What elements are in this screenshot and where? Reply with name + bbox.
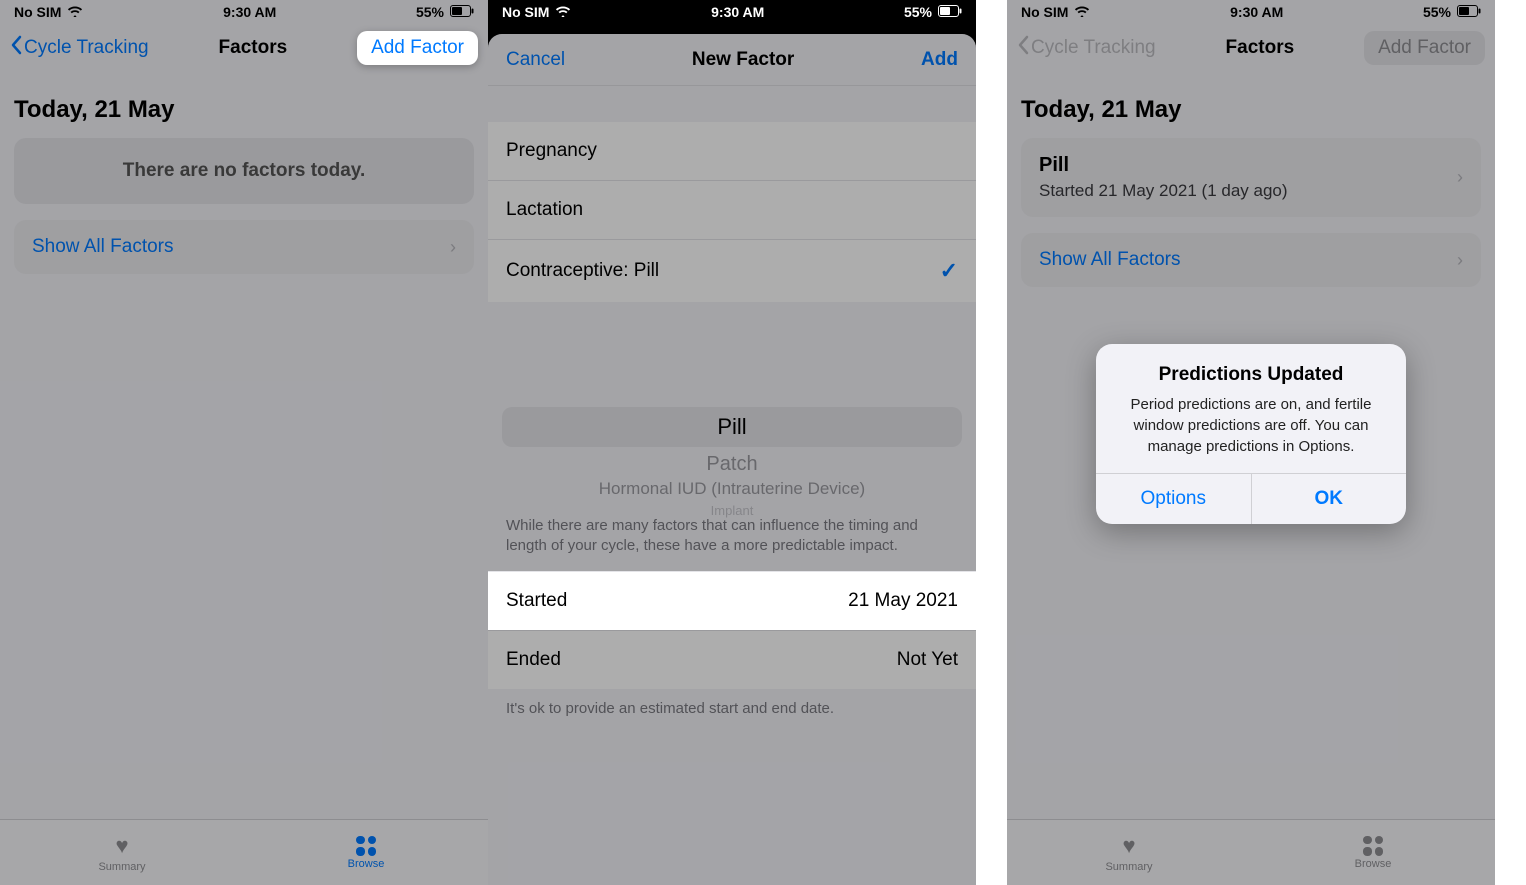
wifi-icon	[555, 4, 571, 20]
tab-browse-label: Browse	[1355, 858, 1392, 870]
wifi-icon	[67, 4, 83, 20]
battery-label: 55%	[416, 4, 444, 20]
show-all-factors-row[interactable]: Show All Factors ›	[1021, 233, 1481, 287]
option-lactation-label: Lactation	[506, 199, 583, 221]
ended-label: Ended	[506, 649, 561, 671]
cancel-button[interactable]: Cancel	[506, 49, 565, 71]
heart-icon: ♥	[115, 833, 128, 859]
show-all-label: Show All Factors	[1039, 249, 1181, 271]
show-all-label: Show All Factors	[32, 236, 174, 258]
contraceptive-picker[interactable]: Pill Patch Hormonal IUD (Intrauterine De…	[488, 352, 976, 502]
started-label: Started	[506, 590, 567, 612]
clock-label: 9:30 AM	[223, 4, 276, 20]
alert-ok-button[interactable]: OK	[1252, 474, 1407, 524]
option-pregnancy-label: Pregnancy	[506, 140, 597, 162]
empty-text: There are no factors today.	[32, 160, 456, 182]
back-label: Cycle Tracking	[1031, 37, 1156, 59]
chevron-right-icon: ›	[450, 237, 456, 258]
grid-icon	[356, 836, 376, 856]
status-bar: No SIM 9:30 AM 55%	[488, 0, 976, 24]
chevron-right-icon: ›	[1457, 250, 1463, 271]
clock-label: 9:30 AM	[711, 4, 764, 20]
empty-factors-card: There are no factors today.	[14, 138, 474, 204]
grid-icon	[1363, 836, 1383, 856]
alert-options-button[interactable]: Options	[1096, 474, 1252, 524]
tab-browse[interactable]: Browse	[1251, 820, 1495, 885]
checkmark-icon: ✓	[940, 258, 958, 284]
option-lactation[interactable]: Lactation	[488, 181, 976, 240]
battery-icon	[1457, 4, 1481, 20]
battery-icon	[450, 4, 474, 20]
nav-bar: Cycle Tracking Factors Add Factor	[0, 24, 488, 72]
carrier-label: No SIM	[502, 4, 549, 20]
wifi-icon	[1074, 4, 1090, 20]
chevron-left-icon	[10, 35, 22, 61]
status-bar: No SIM 9:30 AM 55%	[0, 0, 488, 24]
factor-type-list: Pregnancy Lactation Contraceptive: Pill …	[488, 122, 976, 302]
started-row[interactable]: Started 21 May 2021	[488, 571, 976, 630]
battery-label: 55%	[904, 4, 932, 20]
add-factor-button[interactable]: Add Factor	[357, 31, 478, 65]
factor-pill-card[interactable]: Pill Started 21 May 2021 (1 day ago) ›	[1021, 138, 1481, 217]
sheet-nav: Cancel New Factor Add	[488, 34, 976, 86]
factor-pill-subtitle: Started 21 May 2021 (1 day ago)	[1039, 181, 1288, 201]
ended-value: Not Yet	[897, 649, 958, 671]
tab-browse-label: Browse	[348, 858, 385, 870]
nav-bar: Cycle Tracking Factors Add Factor	[1007, 24, 1495, 72]
show-all-factors-row[interactable]: Show All Factors ›	[14, 220, 474, 274]
chevron-right-icon: ›	[1457, 167, 1463, 188]
tab-summary-label: Summary	[1105, 861, 1152, 873]
nav-title: Factors	[1226, 37, 1295, 59]
picker-item-patch: Patch	[488, 453, 976, 476]
tab-summary-label: Summary	[98, 861, 145, 873]
screen-factors-alert: No SIM 9:30 AM 55% Cycle Tracking Factor…	[1007, 0, 1495, 885]
carrier-label: No SIM	[1021, 4, 1068, 20]
tab-bar: ♥ Summary Browse	[1007, 819, 1495, 885]
nav-title: Factors	[219, 37, 288, 59]
picker-selected: Pill	[502, 407, 962, 447]
picker-item-iud: Hormonal IUD (Intrauterine Device)	[488, 479, 976, 499]
alert-message: Period predictions are on, and fertile w…	[1114, 394, 1388, 457]
clock-label: 9:30 AM	[1230, 4, 1283, 20]
add-button[interactable]: Add	[921, 49, 958, 71]
option-contraceptive-pill[interactable]: Contraceptive: Pill ✓	[488, 240, 976, 302]
back-label: Cycle Tracking	[24, 37, 149, 59]
status-bar: No SIM 9:30 AM 55%	[1007, 0, 1495, 24]
option-pregnancy[interactable]: Pregnancy	[488, 122, 976, 181]
screen-new-factor: No SIM 9:30 AM 55% Cancel New Factor Add…	[488, 0, 976, 885]
heart-icon: ♥	[1122, 833, 1135, 859]
carrier-label: No SIM	[14, 4, 61, 20]
new-factor-sheet: Cancel New Factor Add Pregnancy Lactatio…	[488, 34, 976, 885]
back-button[interactable]: Cycle Tracking	[1017, 35, 1156, 61]
factor-pill-title: Pill	[1039, 154, 1288, 177]
battery-icon	[938, 4, 962, 20]
alert-title: Predictions Updated	[1114, 364, 1388, 386]
predictions-alert: Predictions Updated Period predictions a…	[1096, 344, 1406, 524]
tab-summary[interactable]: ♥ Summary	[1007, 820, 1251, 885]
date-heading: Today, 21 May	[14, 96, 474, 124]
screen-factors-empty: No SIM 9:30 AM 55% Cycle Tracking Factor…	[0, 0, 488, 885]
started-value: 21 May 2021	[848, 590, 958, 612]
end-note: It's ok to provide an estimated start an…	[488, 689, 976, 733]
tab-browse[interactable]: Browse	[244, 820, 488, 885]
tab-summary[interactable]: ♥ Summary	[0, 820, 244, 885]
picker-item-implant: Implant	[488, 503, 976, 518]
date-heading: Today, 21 May	[1021, 96, 1481, 124]
tab-bar: ♥ Summary Browse	[0, 819, 488, 885]
option-contraceptive-label: Contraceptive: Pill	[506, 260, 659, 282]
chevron-left-icon	[1017, 35, 1029, 61]
ended-row[interactable]: Ended Not Yet	[488, 630, 976, 689]
sheet-title: New Factor	[692, 49, 794, 71]
battery-label: 55%	[1423, 4, 1451, 20]
add-factor-button[interactable]: Add Factor	[1364, 31, 1485, 65]
back-button[interactable]: Cycle Tracking	[10, 35, 149, 61]
